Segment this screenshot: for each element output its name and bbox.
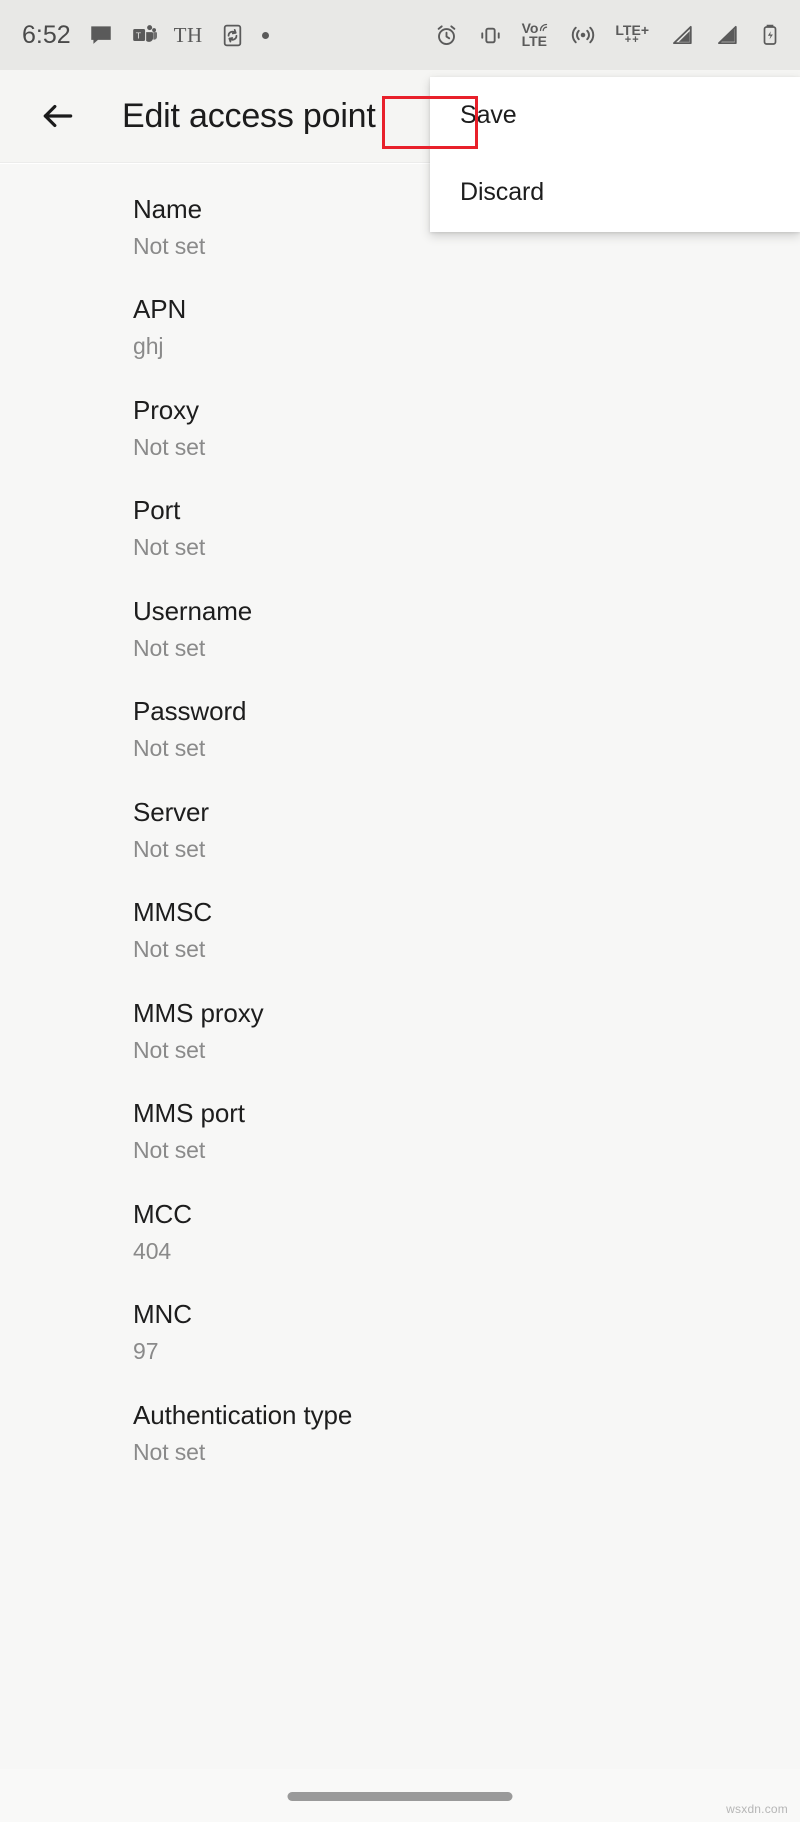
list-item-value: Not set xyxy=(133,534,206,561)
home-gesture-pill[interactable] xyxy=(287,1792,513,1801)
list-item-password[interactable]: Password Not set xyxy=(0,680,800,780)
hotspot-icon xyxy=(570,22,596,48)
list-item-title: MMSC xyxy=(133,897,213,928)
alarm-icon xyxy=(434,23,459,48)
list-item-value: Not set xyxy=(133,1036,206,1063)
back-arrow-icon xyxy=(43,104,73,128)
list-item-value: Not set xyxy=(133,735,206,762)
messages-icon xyxy=(88,22,114,48)
list-item-title: APN xyxy=(133,294,187,325)
list-item-title: MMS proxy xyxy=(133,997,264,1028)
lte-plus-line2: ++ xyxy=(624,34,640,47)
back-button[interactable] xyxy=(30,88,86,144)
list-item-value: ghj xyxy=(133,333,164,360)
lte-plus-icon: LTE+ ++ xyxy=(615,23,649,47)
list-item-title: MNC xyxy=(133,1299,192,1330)
page-title: Edit access point xyxy=(122,96,376,135)
list-item-title: MMS port xyxy=(133,1098,245,1129)
vibrate-icon xyxy=(478,23,503,48)
list-item-title: Username xyxy=(133,595,253,626)
overflow-menu[interactable]: Save Discard xyxy=(430,77,800,232)
list-item-title: MCC xyxy=(133,1198,192,1229)
list-item-username[interactable]: Username Not set xyxy=(0,580,800,680)
phone-sync-icon xyxy=(220,23,245,48)
list-item-title: Server xyxy=(133,796,209,827)
status-bar-right-group: Vo LTE LTE+ ++ xyxy=(434,21,782,49)
list-item-value: Not set xyxy=(133,433,206,460)
teams-icon: T xyxy=(131,22,157,48)
list-item-title: Authentication type xyxy=(133,1399,353,1430)
list-item-title: Password xyxy=(133,696,247,727)
list-item-title: Proxy xyxy=(133,394,199,425)
list-item-value: Not set xyxy=(133,936,206,963)
list-item-port[interactable]: Port Not set xyxy=(0,479,800,579)
watermark-text: wsxdn.com xyxy=(726,1802,788,1816)
battery-charging-icon xyxy=(758,23,782,47)
menu-item-save[interactable]: Save xyxy=(430,77,800,154)
svg-text:T: T xyxy=(135,30,141,40)
settings-list-container[interactable]: Name Not set APN ghj Proxy Not set Port … xyxy=(0,164,800,1769)
th-text-icon: TH xyxy=(173,22,203,47)
list-item-value: 97 xyxy=(133,1338,159,1365)
volte-icon: Vo LTE xyxy=(521,21,552,49)
list-item-value: 404 xyxy=(133,1237,172,1264)
list-item-value: Not set xyxy=(133,835,206,862)
list-item-authentication-type[interactable]: Authentication type Not set xyxy=(0,1384,800,1484)
list-item-mnc[interactable]: MNC 97 xyxy=(0,1283,800,1383)
status-bar-clock: 6:52 xyxy=(22,20,71,49)
status-bar: 6:52 T TH Vo LTE LTE+ ++ xyxy=(0,0,800,70)
list-item-mms-port[interactable]: MMS port Not set xyxy=(0,1082,800,1182)
list-item-mcc[interactable]: MCC 404 xyxy=(0,1183,800,1283)
list-item-server[interactable]: Server Not set xyxy=(0,781,800,881)
list-item-proxy[interactable]: Proxy Not set xyxy=(0,379,800,479)
status-bar-left-group: 6:52 T TH xyxy=(22,21,434,50)
signal-sim2-icon xyxy=(713,22,739,48)
list-item-mmsc[interactable]: MMSC Not set xyxy=(0,881,800,981)
menu-item-discard[interactable]: Discard xyxy=(430,154,800,231)
list-item-value: Not set xyxy=(133,1137,206,1164)
navigation-bar: wsxdn.com xyxy=(0,1769,800,1822)
list-item-title: Port xyxy=(133,495,181,526)
list-item-value: Not set xyxy=(133,1438,206,1465)
list-item-value: Not set xyxy=(133,232,206,259)
dot-indicator-icon xyxy=(261,31,269,39)
list-item-apn[interactable]: APN ghj xyxy=(0,278,800,378)
signal-sim1-icon xyxy=(668,22,694,48)
list-item-value: Not set xyxy=(133,634,206,661)
settings-list: Name Not set APN ghj Proxy Not set Port … xyxy=(0,164,800,1484)
volte-line2: LTE xyxy=(521,33,547,49)
list-item-mms-proxy[interactable]: MMS proxy Not set xyxy=(0,982,800,1082)
